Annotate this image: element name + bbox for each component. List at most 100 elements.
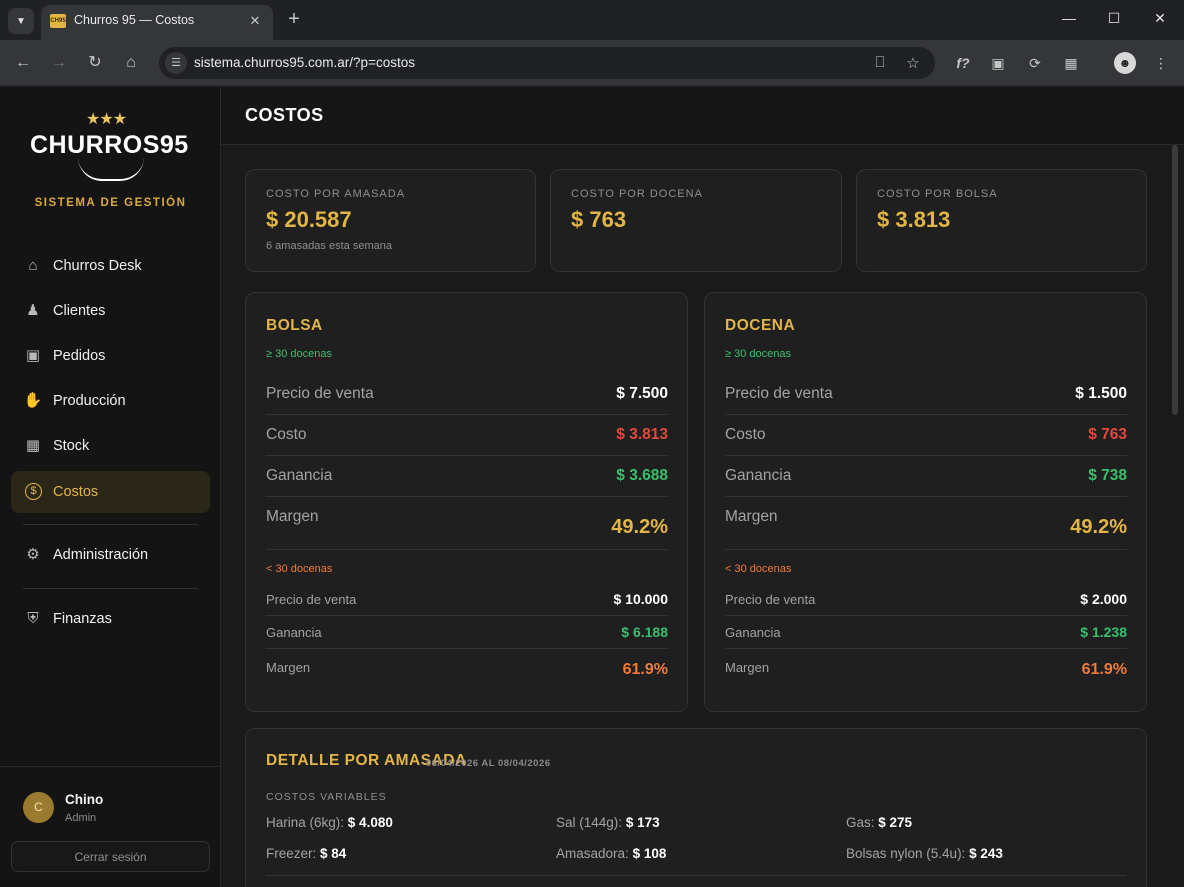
row-label: Ganancia [725,467,792,484]
extensions-puzzle-icon[interactable]: ▦ [1061,53,1081,73]
extension-f-icon[interactable]: f? [953,53,973,73]
profit-row: Ganancia $ 738 [725,456,1127,497]
bookmark-star-icon[interactable]: ☆ [904,54,922,72]
detail-item: Bolsas nylon (5.4u): $ 243 [846,846,1003,861]
tab-close-icon[interactable]: ✕ [245,11,265,31]
row-label: Margen [725,660,770,675]
browser-tabbar: ▼ CH95 Churros 95 — Costos ✕ + — ☐ ✕ [0,0,1184,40]
low-price-row: Precio de venta $ 2.000 [725,583,1127,616]
margin-row: Margen 49.2% [266,497,668,550]
sidebar-item-costos[interactable]: $ Costos [11,471,210,513]
row-value: 61.9% [622,661,668,678]
low-profit-row: Ganancia $ 1.238 [725,616,1127,649]
tab-search-button[interactable]: ▼ [8,8,34,34]
user-panel: C Chino Admin Cerrar sesión [0,766,221,887]
profile-avatar-icon[interactable]: ☻ [1114,52,1136,74]
kpi-card-costo-amasada: COSTO POR AMASADA $ 20.587 6 amasadas es… [245,169,536,272]
window-close-icon[interactable]: ✕ [1150,10,1170,27]
row-value: 61.9% [1081,661,1127,678]
main-content: COSTOS COSTO POR AMASADA $ 20.587 6 amas… [221,87,1184,887]
app-page: ★★★ CHURROS95 SISTEMA DE GESTIÓN ⌂ Churr… [0,87,1184,887]
sidebar-item-produccion[interactable]: ✋ Producción [11,380,210,422]
menu-kebab-icon[interactable]: ⋮ [1151,53,1171,73]
user-check-icon: ♟ [26,302,40,319]
sidebar-item-clientes[interactable]: ♟ Clientes [11,290,210,332]
kpi-value: $ 3.813 [877,207,951,232]
logo-subtitle: SISTEMA DE GESTIÓN [34,197,187,209]
sidebar: ★★★ CHURROS95 SISTEMA DE GESTIÓN ⌂ Churr… [0,87,221,887]
row-value: $ 1.238 [1080,624,1127,640]
row-value: $ 3.813 [616,426,668,443]
pricing-card-docena: DOCENA ≥ 30 docenas Precio de venta $ 1.… [704,292,1147,712]
row-label: Precio de venta [725,385,833,402]
detail-item-value: $ 173 [625,815,660,830]
forward-icon[interactable]: → [49,53,69,73]
page-title: COSTOS [245,105,324,125]
user-role: Admin [65,812,97,824]
back-icon[interactable]: ← [13,53,33,73]
new-tab-button[interactable]: + [283,8,305,30]
sidebar-item-administracion[interactable]: ⚙ Administración [11,534,210,576]
extension-window-icon[interactable]: ▣ [988,53,1008,73]
row-label: Precio de venta [266,385,374,402]
row-value: $ 763 [1088,426,1127,443]
row-label: Ganancia [266,467,333,484]
detail-item-label: Harina (6kg): [266,815,345,830]
user-name: Chino [65,792,104,807]
cost-row: Costo $ 3.813 [266,415,668,456]
site-info-icon[interactable]: ☰ [165,52,187,74]
sidebar-item-stock[interactable]: ▦ Stock [11,425,210,467]
scrollbar-thumb[interactable] [1172,145,1178,415]
row-label: Margen [266,508,319,525]
sidebar-item-label: Clientes [53,303,106,319]
sidebar-item-finanzas[interactable]: ⛨ Finanzas [11,598,210,640]
detail-card: DETALLE POR AMASADA 06/04/2026 AL 08/04/… [245,728,1147,887]
logo-stars: ★★★ [86,111,127,128]
dollar-circle-icon: $ [25,483,42,500]
sidebar-item-label: Stock [53,438,90,454]
tab-title: Churros 95 — Costos [74,13,195,27]
address-bar[interactable]: ☰ sistema.churros95.com.ar/?p=costos ⎕ ☆ [159,47,935,79]
sidebar-item-label: Administración [53,547,149,563]
tier-low-label: < 30 docenas [725,563,792,575]
kpi-label: COSTO POR AMASADA [266,188,406,200]
kpi-value: $ 20.587 [266,207,352,232]
detail-item-value: $ 4.080 [347,815,393,830]
sidebar-item-label: Churros Desk [53,258,142,274]
kpi-note: 6 amasadas esta semana [266,240,392,252]
row-value: $ 1.500 [1075,385,1127,402]
detail-item-value: $ 84 [320,846,347,861]
sidebar-item-churros-desk[interactable]: ⌂ Churros Desk [11,245,210,287]
extension-sync-icon[interactable]: ⟳ [1025,53,1045,73]
kpi-label: COSTO POR DOCENA [571,188,703,200]
row-label: Ganancia [725,625,781,640]
sidebar-item-label: Costos [53,484,99,500]
url-text[interactable]: sistema.churros95.com.ar/?p=costos [194,55,415,70]
kpi-value: $ 763 [571,207,627,232]
favicon-icon: CH95 [50,14,66,28]
sidebar-item-pedidos[interactable]: ▣ Pedidos [11,335,210,377]
maximize-icon[interactable]: ☐ [1104,10,1124,27]
browser-tab[interactable]: CH95 Churros 95 — Costos ✕ [41,5,273,40]
reload-icon[interactable]: ↻ [85,53,105,73]
logo-smile-icon [78,157,144,181]
row-label: Precio de venta [725,592,816,607]
sidebar-item-label: Pedidos [53,348,106,364]
pricing-card-bolsa: BOLSA ≥ 30 docenas Precio de venta $ 7.5… [245,292,688,712]
hand-dough-icon: ✋ [23,392,43,409]
detail-divider [266,875,1126,876]
detail-section-label: COSTOS VARIABLES [266,791,387,803]
home-icon[interactable]: ⌂ [121,53,141,73]
logout-button[interactable]: Cerrar sesión [11,841,210,872]
detail-item: Gas: $ 275 [846,815,912,830]
row-value: $ 6.188 [621,624,668,640]
detail-item-value: $ 108 [632,846,667,861]
row-label: Margen [725,508,778,525]
house-user-icon: ⌂ [28,257,38,274]
row-value: 49.2% [1070,516,1127,538]
low-margin-row: Margen 61.9% [725,649,1127,689]
avatar[interactable]: C [23,792,54,823]
install-app-icon[interactable]: ⎕ [871,54,889,71]
minimize-icon[interactable]: — [1059,10,1079,26]
kpi-label: COSTO POR BOLSA [877,188,998,200]
